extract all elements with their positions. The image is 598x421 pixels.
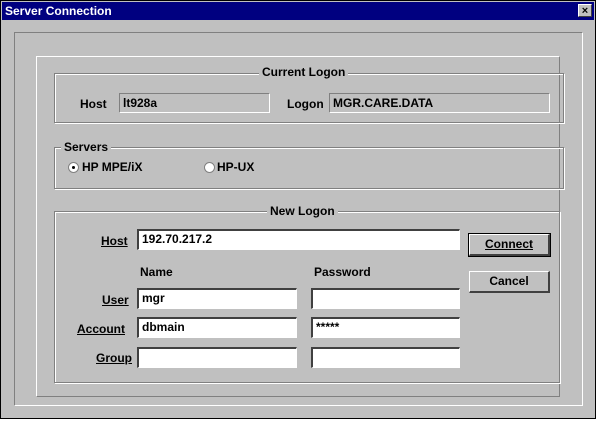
- connect-button-label: Connect: [485, 237, 533, 251]
- group-name-field[interactable]: [137, 347, 297, 368]
- account-password-field[interactable]: *****: [311, 317, 460, 338]
- current-logon-legend: Current Logon: [259, 65, 349, 79]
- name-column-header: Name: [140, 265, 173, 279]
- radio-hp-ux-label[interactable]: HP-UX: [217, 160, 254, 174]
- radio-hp-mpe-label[interactable]: HP MPE/iX: [82, 160, 142, 174]
- current-host-value: lt928a: [119, 93, 270, 113]
- group-label: Group: [96, 351, 132, 365]
- connect-button[interactable]: Connect: [468, 233, 551, 257]
- current-logon-label: Logon: [287, 97, 324, 111]
- cancel-button[interactable]: Cancel: [469, 271, 550, 293]
- password-column-header: Password: [314, 265, 371, 279]
- new-host-field[interactable]: 192.70.217.2: [137, 229, 460, 250]
- user-name-field[interactable]: mgr: [137, 288, 297, 309]
- new-host-label: Host: [101, 234, 128, 248]
- user-password-field[interactable]: [311, 288, 460, 309]
- servers-legend: Servers: [61, 140, 112, 154]
- current-logon-value: MGR.CARE.DATA: [329, 93, 550, 113]
- radio-hp-mpe[interactable]: [68, 162, 79, 173]
- user-label: User: [102, 293, 129, 307]
- title-bar[interactable]: Server Connection ×: [2, 2, 594, 20]
- account-name-field[interactable]: dbmain: [137, 317, 297, 338]
- group-password-field[interactable]: [311, 347, 460, 368]
- new-logon-legend: New Logon: [267, 204, 338, 218]
- window-title: Server Connection: [5, 4, 112, 18]
- radio-hp-ux[interactable]: [204, 162, 215, 173]
- account-label: Account: [77, 322, 125, 336]
- server-connection-window: Server Connection × Current Logon Host l…: [0, 0, 596, 419]
- close-icon[interactable]: ×: [578, 4, 592, 17]
- cancel-button-label: Cancel: [489, 274, 529, 288]
- current-host-label: Host: [80, 97, 107, 111]
